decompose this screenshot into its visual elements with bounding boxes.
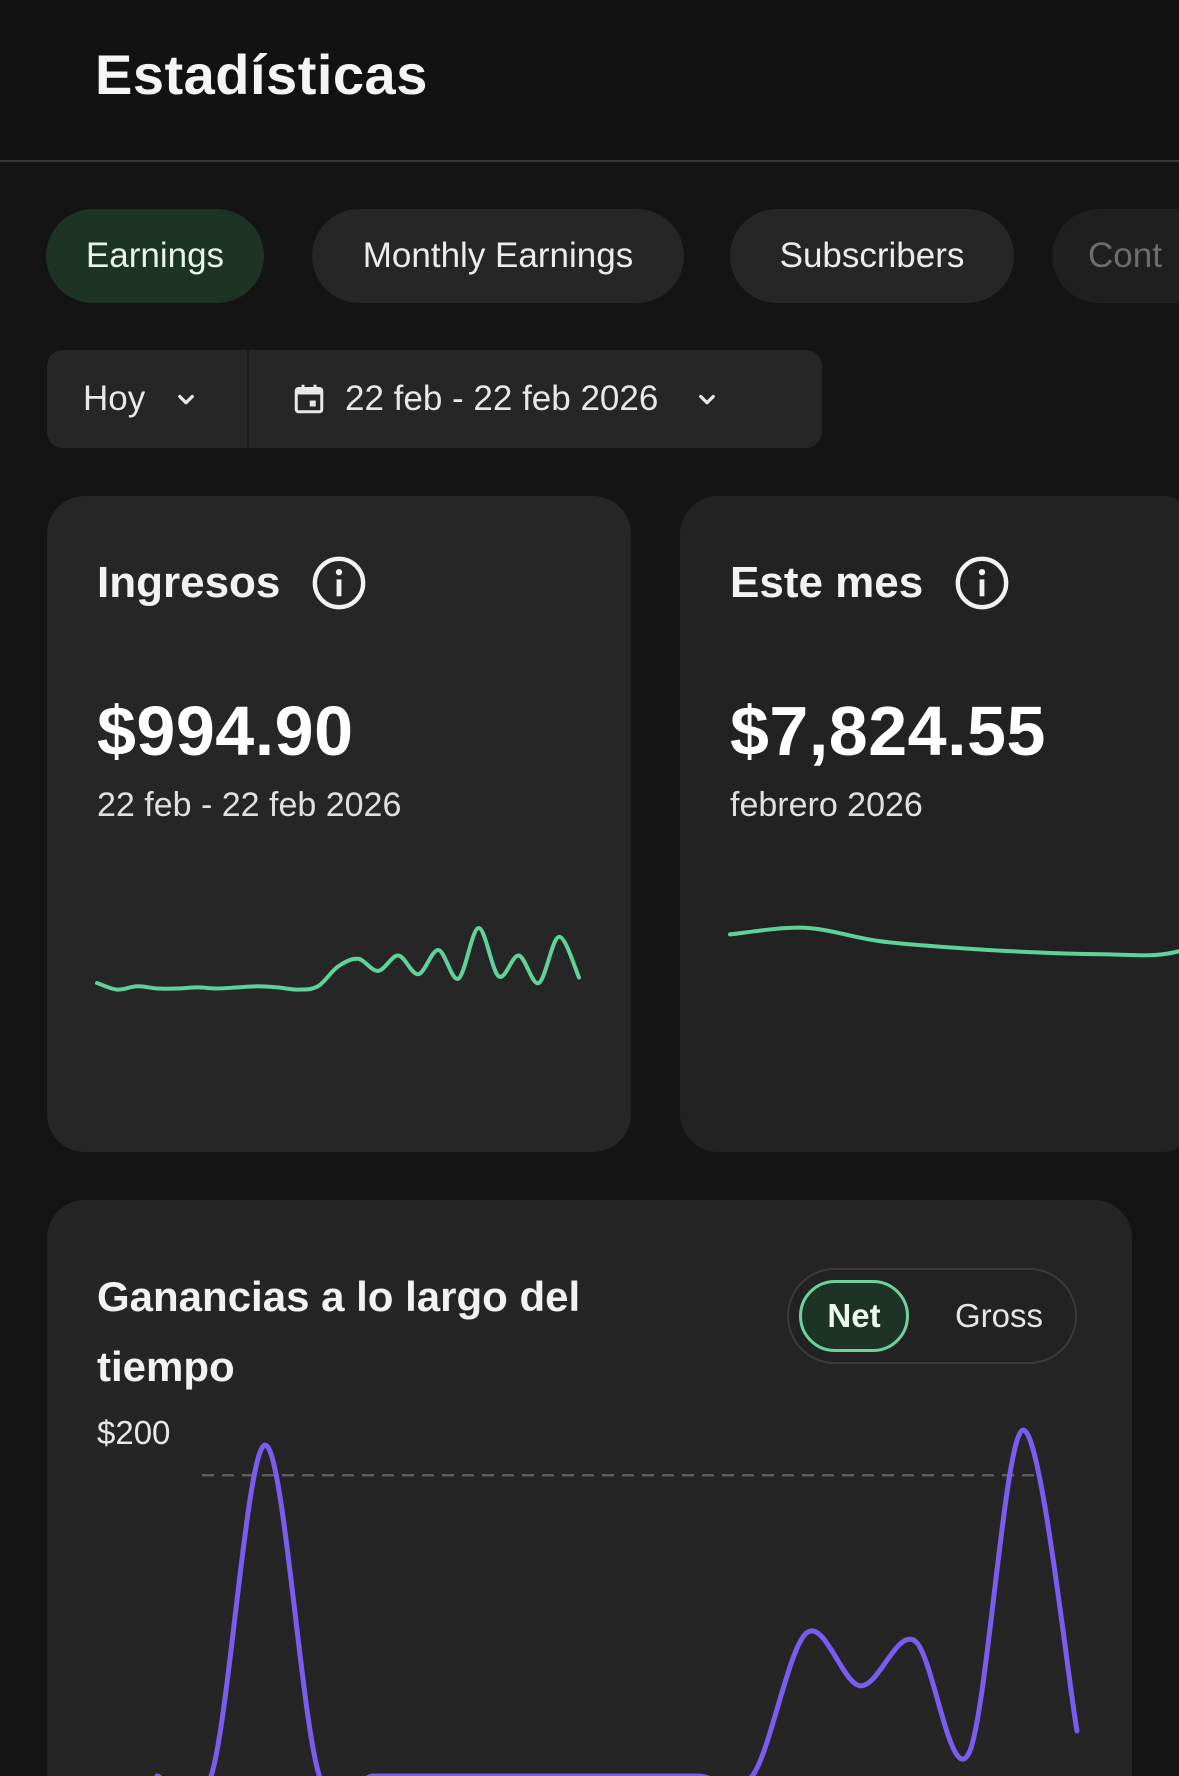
tab-subscribers[interactable]: Subscribers <box>730 209 1014 303</box>
income-card[interactable]: Ingresos $994.90 22 feb - 22 feb 2026 <box>47 496 631 1152</box>
chart-title: Ganancias a lo largo del tiempo <box>97 1273 581 1390</box>
this-month-card[interactable]: Este mes $7,824.55 febrero 2026 <box>680 496 1179 1152</box>
tab-content[interactable]: Cont <box>1052 209 1179 303</box>
chevron-down-icon <box>699 394 716 405</box>
stats-page: Estadísticas Earnings Monthly Earnings S… <box>0 0 1179 1776</box>
period-select[interactable]: Hoy <box>47 350 249 448</box>
net-gross-toggle: Net Gross <box>787 1268 1077 1364</box>
calendar-icon <box>294 384 324 414</box>
date-range-label: 22 feb - 22 feb 2026 <box>345 379 659 418</box>
income-series-line <box>95 925 581 992</box>
net-toggle-button[interactable]: Net <box>799 1280 909 1352</box>
month-sparkline <box>728 925 1179 958</box>
gross-toggle-button[interactable]: Gross <box>939 1280 1059 1352</box>
card-title: Este mes <box>730 558 924 607</box>
header: Estadísticas <box>0 0 1179 162</box>
chevron-down-icon <box>178 394 195 405</box>
month-label: febrero 2026 <box>730 786 923 824</box>
card-title: Ingresos <box>97 558 281 607</box>
page-title: Estadísticas <box>95 43 428 106</box>
info-icon[interactable] <box>310 554 368 612</box>
y-tick-label: $200 <box>97 1414 171 1451</box>
month-value: $7,824.55 <box>730 692 1046 770</box>
tab-label: Earnings <box>85 236 225 275</box>
income-sparkline <box>95 925 581 992</box>
info-icon[interactable] <box>953 554 1011 612</box>
tab-bar: Earnings Monthly Earnings Subscribers Co… <box>46 209 1179 303</box>
tab-earnings[interactable]: Earnings <box>46 209 264 303</box>
month-series-line <box>728 925 1179 958</box>
tab-label: Monthly Earnings <box>362 236 634 275</box>
period-label: Hoy <box>83 379 146 418</box>
card-title-row: Ingresos <box>97 554 368 612</box>
income-date-range: 22 feb - 22 feb 2026 <box>97 786 402 824</box>
tab-label: Subscribers <box>779 236 965 275</box>
tab-label: Cont <box>1088 236 1162 275</box>
income-value: $994.90 <box>97 692 354 770</box>
date-range-select[interactable]: 22 feb - 22 feb 2026 <box>249 350 822 448</box>
tab-monthly-earnings[interactable]: Monthly Earnings <box>312 209 684 303</box>
earnings-series-line <box>154 1427 1080 1776</box>
earnings-over-time-card: Ganancias a lo largo del tiempo Net Gros… <box>47 1200 1132 1776</box>
date-filter: Hoy 22 feb - 22 feb 2026 <box>47 350 822 448</box>
card-title-row: Este mes <box>730 554 1011 612</box>
